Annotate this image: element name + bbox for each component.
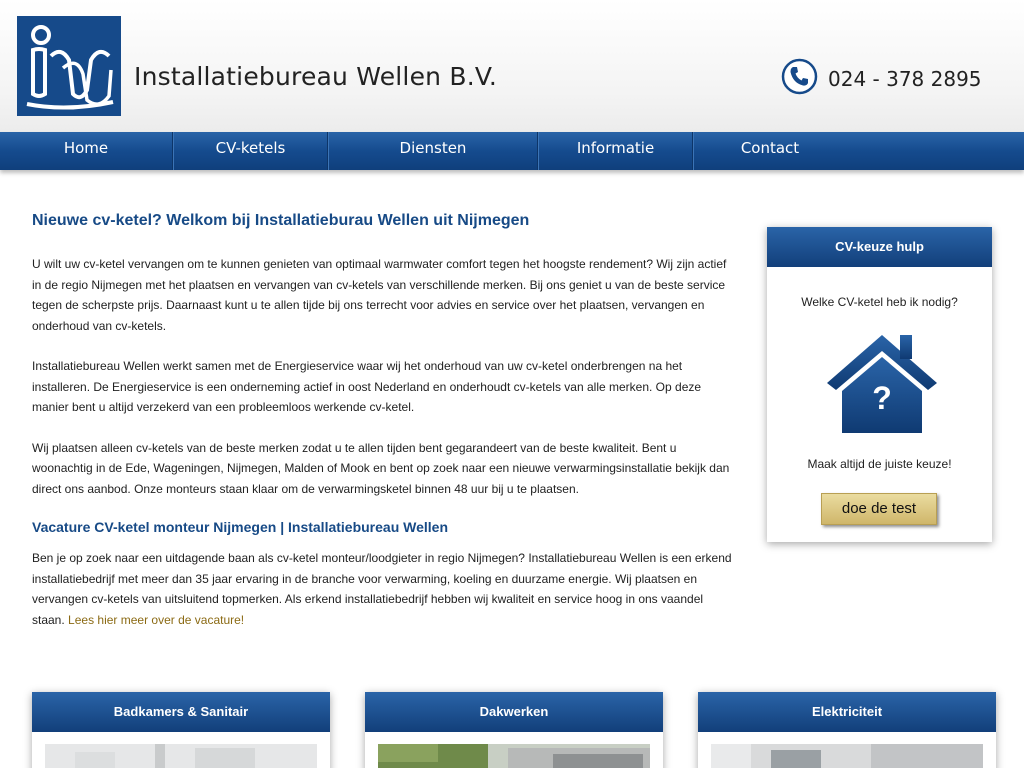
main-content: Nieuwe cv-ketel? Welkom bij Installatieb…	[32, 212, 732, 650]
vacancy-paragraph: Ben je op zoek naar een uitdagende baan …	[32, 548, 732, 630]
widget-title: CV-keuze hulp	[767, 227, 992, 267]
phone-number[interactable]: 024 - 378 2895	[828, 67, 982, 91]
card-title: Dakwerken	[365, 692, 663, 732]
vacancy-heading: Vacature CV-ketel monteur Nijmegen | Ins…	[32, 519, 449, 535]
nav-diensten[interactable]: Diensten	[328, 132, 538, 170]
vacancy-link[interactable]: Lees hier meer over de vacature!	[68, 613, 244, 627]
logo-mark-icon	[17, 16, 121, 116]
phone-icon	[781, 58, 818, 95]
do-test-button[interactable]: doe de test	[821, 493, 937, 525]
nav-home[interactable]: Home	[0, 132, 173, 170]
bathroom-image	[45, 744, 317, 768]
roof-image	[378, 744, 650, 768]
nav-contact[interactable]: Contact	[693, 132, 846, 170]
cv-keuze-widget: CV-keuze hulp Welke CV-ketel heb ik nodi…	[767, 227, 992, 542]
widget-question: Welke CV-ketel heb ik nodig?	[801, 295, 958, 309]
brands-paragraph: Wij plaatsen alleen cv-ketels van de bes…	[32, 440, 730, 496]
site-title: Installatiebureau Wellen B.V.	[134, 62, 498, 91]
nav-informatie[interactable]: Informatie	[538, 132, 693, 170]
card-elektriciteit[interactable]: Elektriciteit	[698, 692, 996, 768]
electricity-image	[711, 744, 983, 768]
card-dakwerken[interactable]: Dakwerken	[365, 692, 663, 768]
energieservice-paragraph: Installatiebureau Wellen werkt samen met…	[32, 359, 702, 414]
logo[interactable]	[17, 16, 121, 116]
intro-paragraph: U wilt uw cv-ketel vervangen om te kunne…	[32, 257, 727, 333]
house-symbol: ?	[872, 380, 892, 416]
main-navigation: Home CV-ketels Diensten Informatie Conta…	[0, 132, 1024, 170]
card-title: Badkamers & Sanitair	[32, 692, 330, 732]
card-badkamers[interactable]: Badkamers & Sanitair	[32, 692, 330, 768]
card-title: Elektriciteit	[698, 692, 996, 732]
page-title: Nieuwe cv-ketel? Welkom bij Installatieb…	[32, 212, 530, 229]
house-question-icon: ?	[827, 335, 937, 433]
nav-cv-ketels[interactable]: CV-ketels	[173, 132, 328, 170]
widget-note: Maak altijd de juiste keuze!	[807, 457, 952, 471]
site-header: Installatiebureau Wellen B.V. 024 - 378 …	[0, 0, 1024, 132]
